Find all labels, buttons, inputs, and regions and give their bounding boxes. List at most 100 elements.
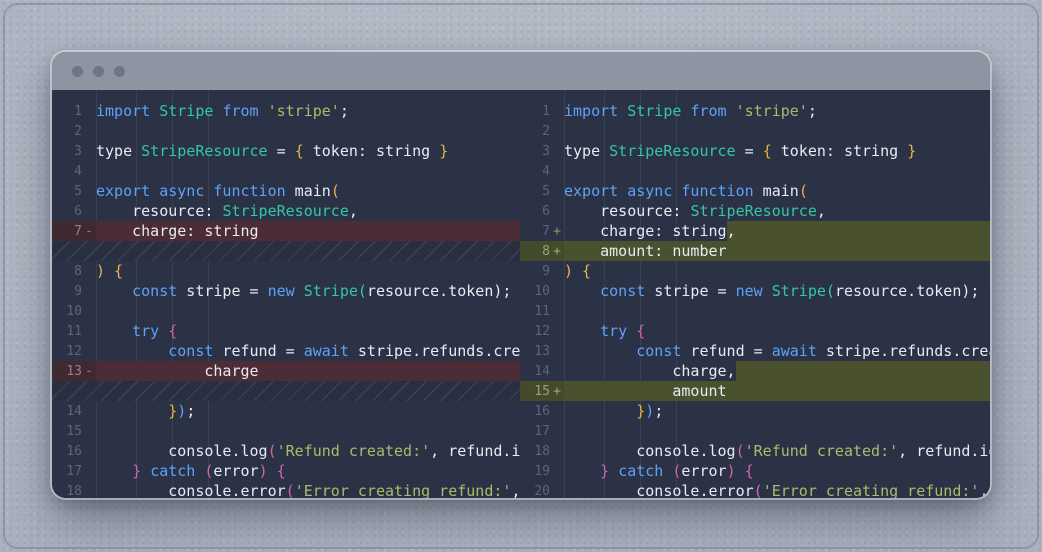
line-gutter: 14 <box>52 401 96 421</box>
code-text: type StripeResource = { token: string } <box>564 141 990 161</box>
line-gutter: 7- <box>52 221 96 241</box>
line-gutter: 1 <box>520 101 564 121</box>
code-token: stripe = <box>645 281 735 301</box>
code-token: try <box>132 321 159 341</box>
code-token: } <box>600 461 609 481</box>
code-text: resource: StripeResource, <box>96 201 520 221</box>
code-token: main <box>754 181 799 201</box>
code-line: 15 <box>52 421 520 441</box>
code-text: amount: number <box>564 241 990 261</box>
line-number: 20 <box>534 484 550 499</box>
code-line: 7+ charge: string, <box>520 221 990 241</box>
code-line: 16 console.log('Refund created:', refund… <box>52 441 520 461</box>
code-token: ) <box>727 461 736 481</box>
diff-marker: - <box>82 224 96 239</box>
diff-marker: + <box>550 244 564 259</box>
code-line: 14 charge, <box>520 361 990 381</box>
code-token: , error <box>511 481 520 498</box>
code-token: const <box>636 341 681 361</box>
code-line: 13 const refund = await stripe.refunds.c… <box>520 341 990 361</box>
line-number: 14 <box>66 404 82 419</box>
window-titlebar[interactable] <box>52 52 990 90</box>
code-line: 13- charge <box>52 361 520 381</box>
code-token <box>763 281 772 301</box>
code-token: type <box>96 141 141 161</box>
code-line: 3type StripeResource = { token: string } <box>52 141 520 161</box>
code-token <box>150 101 159 121</box>
code-token: , refund.id <box>430 441 520 461</box>
code-token: new <box>268 281 295 301</box>
code-token: ) <box>645 401 654 421</box>
close-window-icon[interactable] <box>72 66 83 77</box>
line-gutter: 5 <box>52 181 96 201</box>
code-token: catch <box>618 461 663 481</box>
diff-pane-original[interactable]: 1import Stripe from 'stripe';23type Stri… <box>52 90 520 498</box>
code-token: export async function <box>564 181 754 201</box>
code-text: ) { <box>564 261 990 281</box>
line-number: 14 <box>534 364 550 379</box>
code-line: 11 <box>520 301 990 321</box>
code-token: catch <box>150 461 195 481</box>
code-token: 'stripe' <box>268 101 340 121</box>
code-token <box>736 461 745 481</box>
code-token: } <box>907 141 916 161</box>
line-gutter: 11 <box>520 301 564 321</box>
code-line: 9) { <box>520 261 990 281</box>
line-gutter: 4 <box>520 161 564 181</box>
line-gutter: 3 <box>52 141 96 161</box>
code-text: console.error('Error creating refund:', … <box>564 481 990 498</box>
code-token: ) <box>259 461 268 481</box>
code-token: ; <box>654 401 663 421</box>
inline-added-highlight: , <box>727 221 990 241</box>
diff-marker: + <box>550 224 564 239</box>
code-token: Stripe( <box>772 281 835 301</box>
diff-pane-modified[interactable]: 1import Stripe from 'stripe';23type Stri… <box>520 90 990 498</box>
code-token: ) <box>177 401 186 421</box>
code-token: ; <box>808 101 817 121</box>
line-number: 2 <box>542 124 550 139</box>
code-token <box>141 461 150 481</box>
line-number: 1 <box>74 104 82 119</box>
code-line: 10 <box>52 301 520 321</box>
code-token <box>627 321 636 341</box>
code-token: ( <box>736 441 745 461</box>
code-token: charge: string <box>564 221 727 241</box>
code-line: 11 try { <box>52 321 520 341</box>
code-text: const refund = await stripe.refunds.crea… <box>564 341 990 361</box>
code-line: 1import Stripe from 'stripe'; <box>52 101 520 121</box>
line-gutter: 17 <box>520 421 564 441</box>
code-token: error <box>213 461 258 481</box>
code-token: amount <box>564 381 727 401</box>
code-line: 15+ amount <box>520 381 990 401</box>
code-line: 5export async function main( <box>520 181 990 201</box>
code-token: { <box>636 321 645 341</box>
code-token <box>663 461 672 481</box>
line-number: 11 <box>66 324 82 339</box>
line-gutter: 15+ <box>520 381 564 401</box>
code-token: ; <box>340 101 349 121</box>
code-token: stripe.refunds.create <box>349 341 520 361</box>
maximize-window-icon[interactable] <box>114 66 125 77</box>
line-gutter: 12 <box>520 321 564 341</box>
code-token: Stripe( <box>304 281 367 301</box>
line-gutter: 20 <box>520 481 564 498</box>
minimize-window-icon[interactable] <box>93 66 104 77</box>
code-token: , <box>817 201 826 221</box>
code-token: StripeResource <box>609 141 735 161</box>
code-token: type <box>564 141 609 161</box>
line-number: 17 <box>66 464 82 479</box>
code-token: ( <box>754 481 763 498</box>
code-text: try { <box>564 321 990 341</box>
line-number: 18 <box>66 484 82 499</box>
line-gutter: 18 <box>52 481 96 498</box>
code-token: const <box>132 281 177 301</box>
code-token: 'Refund created:' <box>745 441 899 461</box>
code-line: 17 <box>520 421 990 441</box>
line-gutter: 9 <box>520 261 564 281</box>
code-token <box>213 101 222 121</box>
diff-view: 1import Stripe from 'stripe';23type Stri… <box>52 90 990 498</box>
code-token: { <box>295 141 304 161</box>
line-number: 17 <box>534 424 550 439</box>
line-number: 7 <box>542 224 550 239</box>
code-token: console.log <box>96 441 268 461</box>
